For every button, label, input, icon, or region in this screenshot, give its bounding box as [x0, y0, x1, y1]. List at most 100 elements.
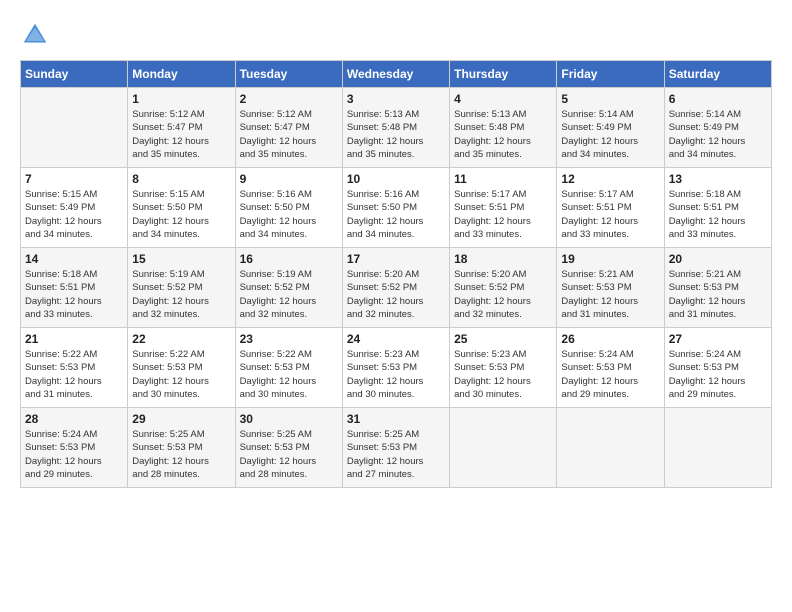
calendar-cell: 24 Sunrise: 5:23 AM Sunset: 5:53 PM Dayli…	[342, 328, 449, 408]
calendar-cell: 9Sunrise: 5:16 AM Sunset: 5:50 PM Daylig…	[235, 168, 342, 248]
day-number: 9	[240, 172, 338, 186]
calendar-cell	[557, 408, 664, 488]
cell-info: Sunrise: 5:13 AM Sunset: 5:48 PM Dayligh…	[347, 108, 445, 161]
calendar-cell: 15 Sunrise: 5:19 AM Sunset: 5:52 PM Dayli…	[128, 248, 235, 328]
calendar-cell: 3 Sunrise: 5:13 AM Sunset: 5:48 PM Daylig…	[342, 88, 449, 168]
calendar-cell: 19 Sunrise: 5:21 AM Sunset: 5:53 PM Dayli…	[557, 248, 664, 328]
calendar-cell: 7 Sunrise: 5:15 AM Sunset: 5:49 PM Daylig…	[21, 168, 128, 248]
cell-info: Sunrise: 5:24 AM Sunset: 5:53 PM Dayligh…	[25, 428, 123, 481]
weekday-header: Friday	[557, 61, 664, 88]
cell-info: Sunrise: 5:15 AM Sunset: 5:50 PM Dayligh…	[132, 188, 230, 241]
calendar-cell: 25 Sunrise: 5:23 AM Sunset: 5:53 PM Dayli…	[450, 328, 557, 408]
day-number: 12	[561, 172, 659, 186]
day-number: 21	[25, 332, 123, 346]
cell-info: Sunrise: 5:20 AM Sunset: 5:52 PM Dayligh…	[454, 268, 552, 321]
calendar-cell: 20 Sunrise: 5:21 AM Sunset: 5:53 PM Dayli…	[664, 248, 771, 328]
cell-info: Sunrise: 5:22 AM Sunset: 5:53 PM Dayligh…	[25, 348, 123, 401]
cell-info: Sunrise: 5:23 AM Sunset: 5:53 PM Dayligh…	[454, 348, 552, 401]
cell-info: Sunrise: 5:14 AM Sunset: 5:49 PM Dayligh…	[669, 108, 767, 161]
cell-info: Sunrise: 5:19 AM Sunset: 5:52 PM Dayligh…	[240, 268, 338, 321]
day-number: 17	[347, 252, 445, 266]
cell-info: Sunrise: 5:15 AM Sunset: 5:49 PM Dayligh…	[25, 188, 123, 241]
calendar-cell: 26Sunrise: 5:24 AM Sunset: 5:53 PM Dayli…	[557, 328, 664, 408]
calendar-cell: 2Sunrise: 5:12 AM Sunset: 5:47 PM Daylig…	[235, 88, 342, 168]
calendar-cell: 30 Sunrise: 5:25 AM Sunset: 5:53 PM Dayli…	[235, 408, 342, 488]
calendar-cell: 10 Sunrise: 5:16 AM Sunset: 5:50 PM Dayli…	[342, 168, 449, 248]
cell-info: Sunrise: 5:18 AM Sunset: 5:51 PM Dayligh…	[25, 268, 123, 321]
cell-info: Sunrise: 5:25 AM Sunset: 5:53 PM Dayligh…	[240, 428, 338, 481]
day-number: 19	[561, 252, 659, 266]
calendar-cell: 18 Sunrise: 5:20 AM Sunset: 5:52 PM Dayli…	[450, 248, 557, 328]
header-row: SundayMondayTuesdayWednesdayThursdayFrid…	[21, 61, 772, 88]
calendar-body: 1 Sunrise: 5:12 AM Sunset: 5:47 PM Daylig…	[21, 88, 772, 488]
cell-info: Sunrise: 5:22 AM Sunset: 5:53 PM Dayligh…	[240, 348, 338, 401]
calendar-cell: 17 Sunrise: 5:20 AM Sunset: 5:52 PM Dayli…	[342, 248, 449, 328]
calendar-week-row: 21 Sunrise: 5:22 AM Sunset: 5:53 PM Dayli…	[21, 328, 772, 408]
cell-info: Sunrise: 5:18 AM Sunset: 5:51 PM Dayligh…	[669, 188, 767, 241]
calendar-cell: 31Sunrise: 5:25 AM Sunset: 5:53 PM Dayli…	[342, 408, 449, 488]
cell-info: Sunrise: 5:23 AM Sunset: 5:53 PM Dayligh…	[347, 348, 445, 401]
calendar-cell: 1 Sunrise: 5:12 AM Sunset: 5:47 PM Daylig…	[128, 88, 235, 168]
logo	[20, 20, 54, 50]
weekday-header: Sunday	[21, 61, 128, 88]
cell-info: Sunrise: 5:21 AM Sunset: 5:53 PM Dayligh…	[669, 268, 767, 321]
cell-info: Sunrise: 5:12 AM Sunset: 5:47 PM Dayligh…	[132, 108, 230, 161]
cell-info: Sunrise: 5:19 AM Sunset: 5:52 PM Dayligh…	[132, 268, 230, 321]
calendar-cell: 13 Sunrise: 5:18 AM Sunset: 5:51 PM Dayli…	[664, 168, 771, 248]
logo-icon	[20, 20, 50, 50]
weekday-header: Wednesday	[342, 61, 449, 88]
page-header	[20, 20, 772, 50]
day-number: 29	[132, 412, 230, 426]
cell-info: Sunrise: 5:24 AM Sunset: 5:53 PM Dayligh…	[669, 348, 767, 401]
day-number: 4	[454, 92, 552, 106]
weekday-header: Thursday	[450, 61, 557, 88]
weekday-header: Saturday	[664, 61, 771, 88]
calendar-table: SundayMondayTuesdayWednesdayThursdayFrid…	[20, 60, 772, 488]
calendar-week-row: 7 Sunrise: 5:15 AM Sunset: 5:49 PM Daylig…	[21, 168, 772, 248]
day-number: 3	[347, 92, 445, 106]
day-number: 7	[25, 172, 123, 186]
day-number: 8	[132, 172, 230, 186]
calendar-cell: 5Sunrise: 5:14 AM Sunset: 5:49 PM Daylig…	[557, 88, 664, 168]
cell-info: Sunrise: 5:13 AM Sunset: 5:48 PM Dayligh…	[454, 108, 552, 161]
day-number: 25	[454, 332, 552, 346]
calendar-cell: 14Sunrise: 5:18 AM Sunset: 5:51 PM Dayli…	[21, 248, 128, 328]
calendar-week-row: 28 Sunrise: 5:24 AM Sunset: 5:53 PM Dayli…	[21, 408, 772, 488]
day-number: 18	[454, 252, 552, 266]
day-number: 15	[132, 252, 230, 266]
day-number: 13	[669, 172, 767, 186]
day-number: 1	[132, 92, 230, 106]
calendar-cell: 11 Sunrise: 5:17 AM Sunset: 5:51 PM Dayli…	[450, 168, 557, 248]
calendar-header: SundayMondayTuesdayWednesdayThursdayFrid…	[21, 61, 772, 88]
cell-info: Sunrise: 5:14 AM Sunset: 5:49 PM Dayligh…	[561, 108, 659, 161]
day-number: 16	[240, 252, 338, 266]
weekday-header: Monday	[128, 61, 235, 88]
day-number: 2	[240, 92, 338, 106]
cell-info: Sunrise: 5:16 AM Sunset: 5:50 PM Dayligh…	[347, 188, 445, 241]
calendar-cell: 27 Sunrise: 5:24 AM Sunset: 5:53 PM Dayli…	[664, 328, 771, 408]
day-number: 27	[669, 332, 767, 346]
cell-info: Sunrise: 5:24 AM Sunset: 5:53 PM Dayligh…	[561, 348, 659, 401]
calendar-cell: 12Sunrise: 5:17 AM Sunset: 5:51 PM Dayli…	[557, 168, 664, 248]
cell-info: Sunrise: 5:20 AM Sunset: 5:52 PM Dayligh…	[347, 268, 445, 321]
cell-info: Sunrise: 5:17 AM Sunset: 5:51 PM Dayligh…	[454, 188, 552, 241]
calendar-cell: 4 Sunrise: 5:13 AM Sunset: 5:48 PM Daylig…	[450, 88, 557, 168]
day-number: 24	[347, 332, 445, 346]
day-number: 20	[669, 252, 767, 266]
calendar-cell	[450, 408, 557, 488]
calendar-cell: 6 Sunrise: 5:14 AM Sunset: 5:49 PM Daylig…	[664, 88, 771, 168]
weekday-header: Tuesday	[235, 61, 342, 88]
calendar-cell: 16 Sunrise: 5:19 AM Sunset: 5:52 PM Dayli…	[235, 248, 342, 328]
calendar-cell: 21 Sunrise: 5:22 AM Sunset: 5:53 PM Dayli…	[21, 328, 128, 408]
day-number: 10	[347, 172, 445, 186]
calendar-cell	[664, 408, 771, 488]
day-number: 22	[132, 332, 230, 346]
day-number: 30	[240, 412, 338, 426]
day-number: 11	[454, 172, 552, 186]
day-number: 6	[669, 92, 767, 106]
day-number: 28	[25, 412, 123, 426]
calendar-cell	[21, 88, 128, 168]
cell-info: Sunrise: 5:21 AM Sunset: 5:53 PM Dayligh…	[561, 268, 659, 321]
calendar-week-row: 14Sunrise: 5:18 AM Sunset: 5:51 PM Dayli…	[21, 248, 772, 328]
cell-info: Sunrise: 5:22 AM Sunset: 5:53 PM Dayligh…	[132, 348, 230, 401]
